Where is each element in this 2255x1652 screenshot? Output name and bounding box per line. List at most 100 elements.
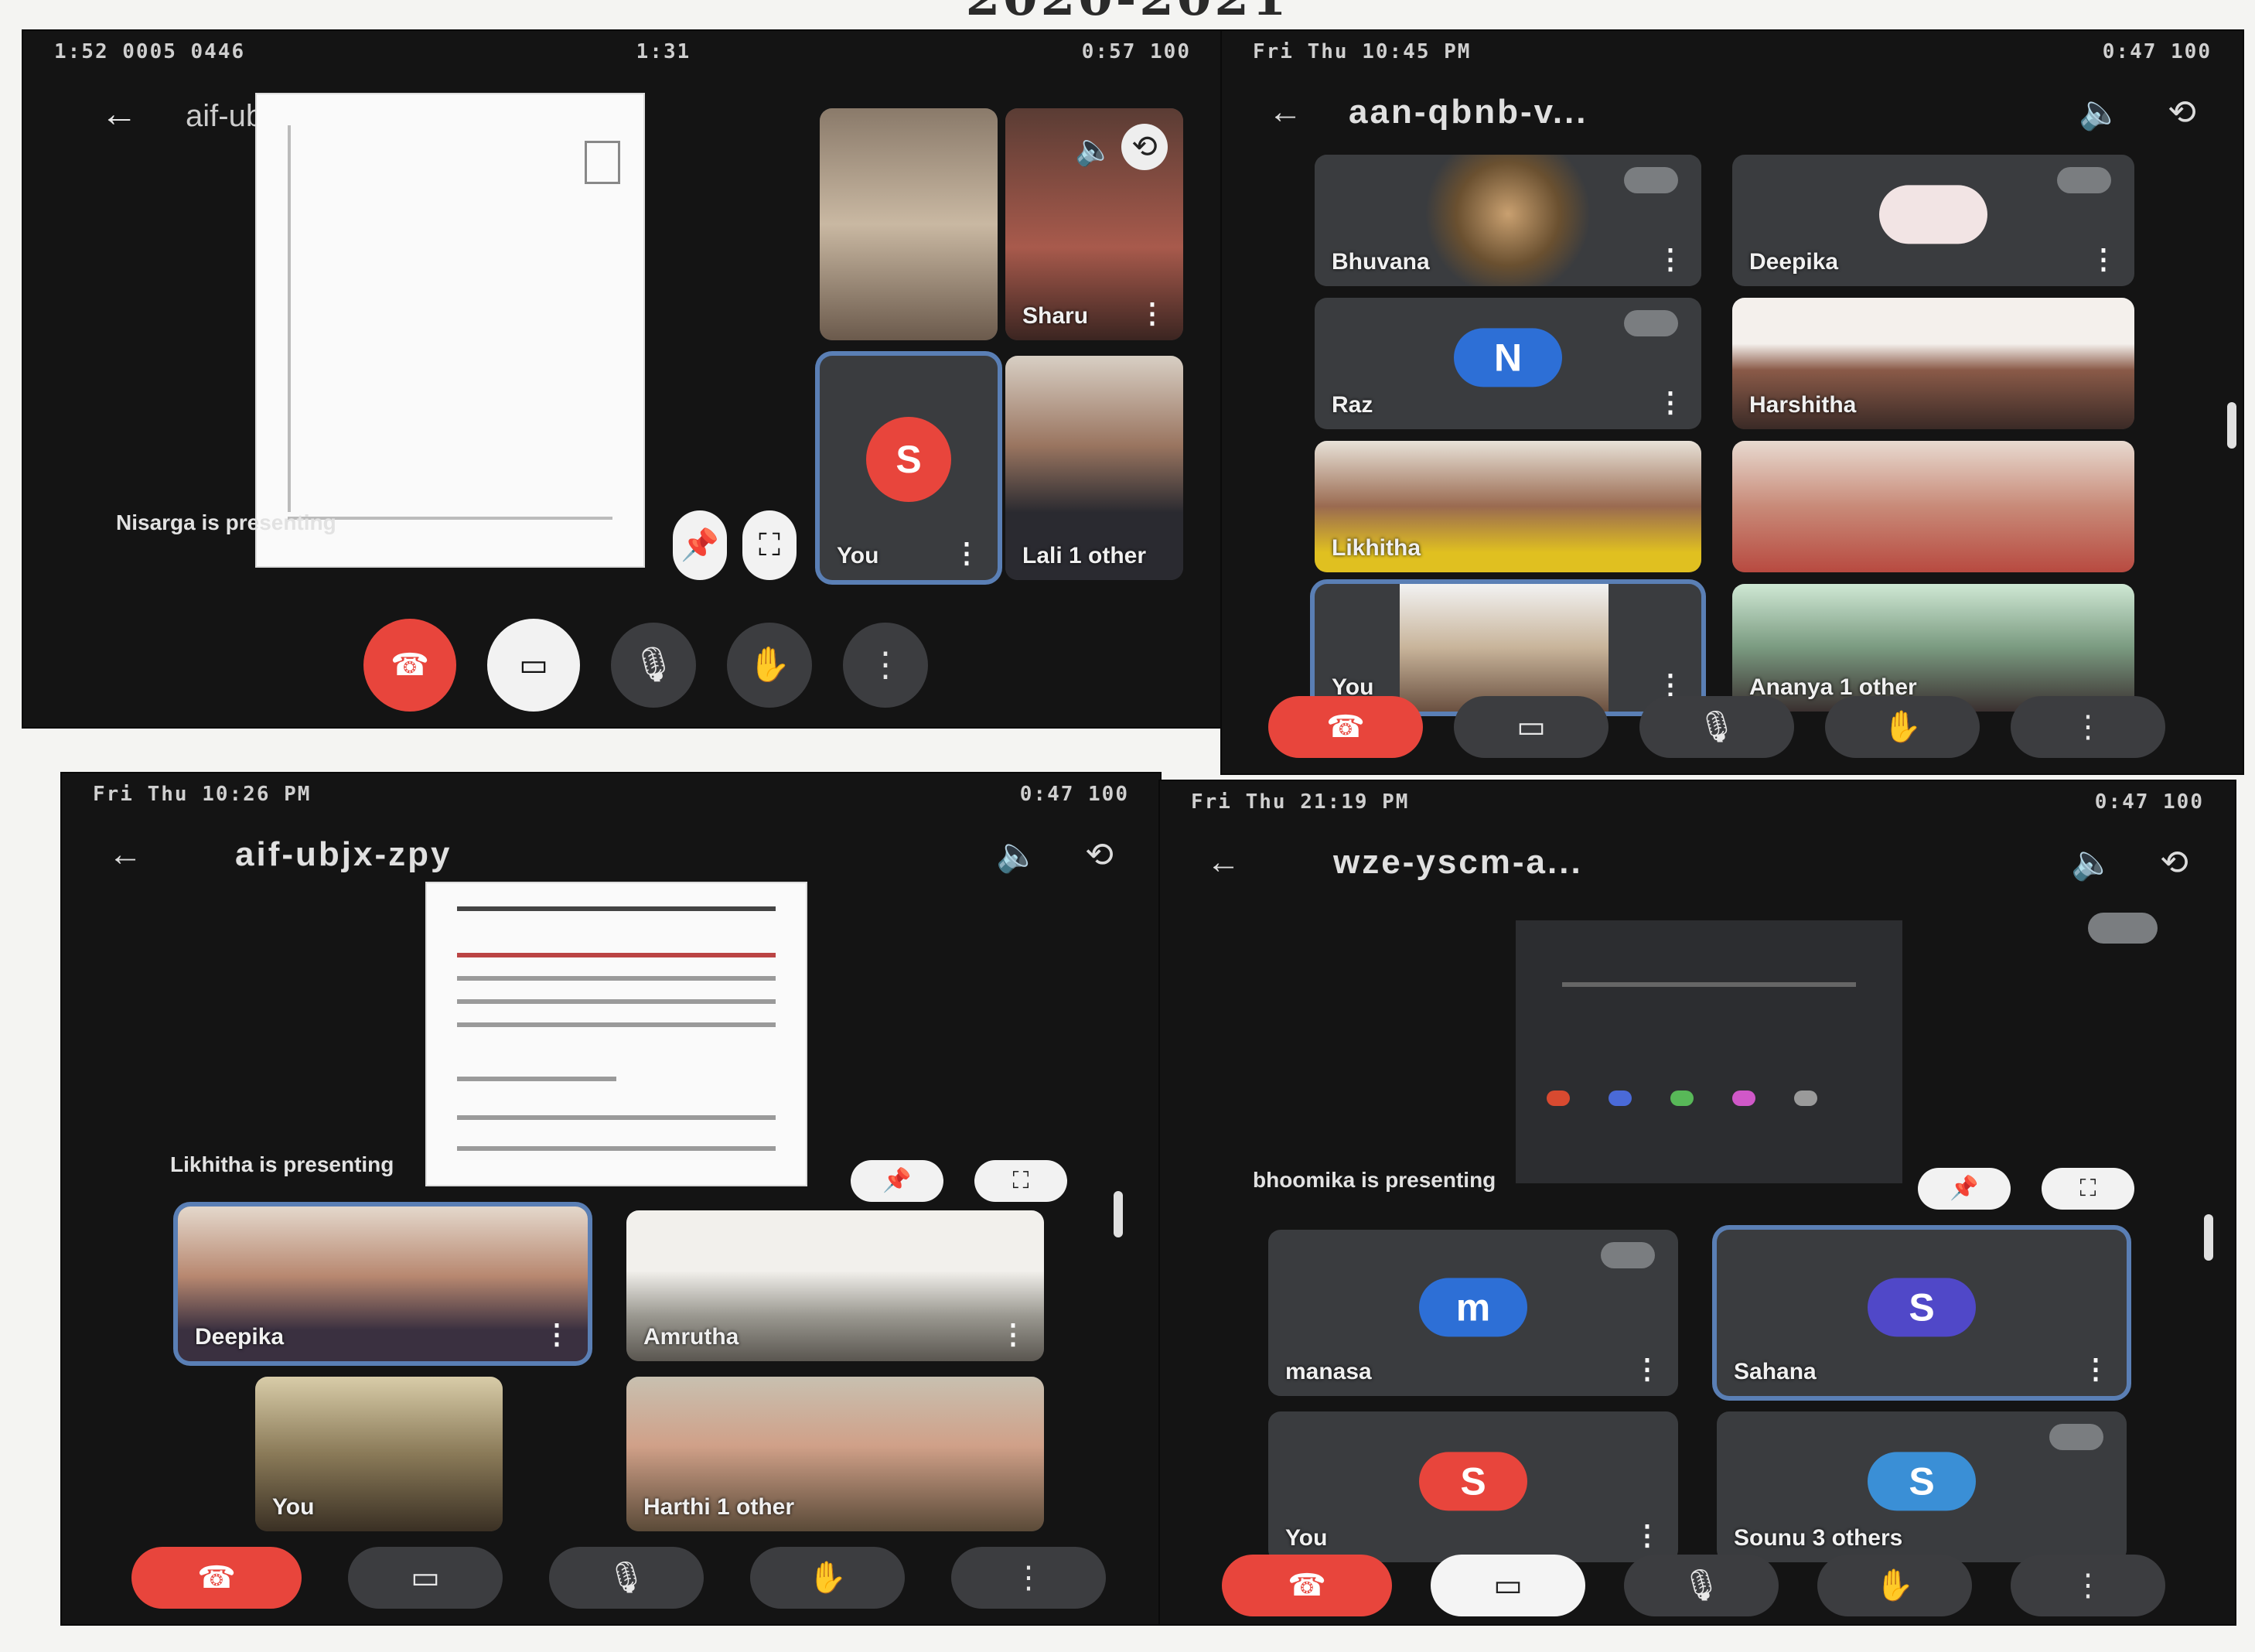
more-icon[interactable]: ⋮ [1633,1519,1661,1551]
participant-tile[interactable]: Harshitha [1732,298,2134,429]
participant-tile[interactable]: S Sahana ⋮ [1717,1230,2127,1396]
participant-tile[interactable]: Deepika ⋮ [1732,155,2134,286]
status-bar: Fri Thu 21:19 PM 0:47 100 [1160,781,2235,823]
speaker-icon[interactable]: 🔈 [1075,131,1114,168]
scrollbar[interactable] [2204,1214,2213,1261]
hand-icon: ✋ [1875,1568,1914,1603]
participant-name: Bhuvana [1332,249,1430,275]
more-icon[interactable]: ⋮ [2090,243,2117,275]
participant-name: You [272,1494,315,1520]
speaker-icon[interactable]: 🔈 [996,835,1039,875]
more-options-button[interactable]: ⋮ [2011,1555,2165,1616]
muted-indicator [1601,1242,1655,1268]
participant-tile[interactable]: Amrutha ⋮ [626,1210,1044,1361]
more-options-button[interactable]: ⋮ [2011,696,2165,758]
avatar: m [1419,1277,1527,1336]
more-icon[interactable]: ⋮ [1656,386,1684,418]
avatar: S [1419,1451,1527,1510]
camera-button[interactable]: ▭ [1454,696,1609,758]
back-icon[interactable]: ← [101,93,138,135]
speaker-icon[interactable]: 🔈 [2071,842,2113,882]
camera-button[interactable]: ▭ [348,1547,503,1609]
participant-name: Sahana [1734,1359,1817,1384]
pin-button[interactable]: 📌 [851,1160,943,1202]
end-call-icon: ☎ [1326,710,1365,744]
raise-hand-button[interactable]: ✋ [727,623,812,708]
more-icon[interactable]: ⋮ [999,1318,1027,1350]
more-icon[interactable]: ⋮ [1633,1353,1661,1385]
mic-button[interactable]: 🎙 [611,623,696,708]
more-icon: ⋮ [2072,1568,2103,1603]
more-icon[interactable]: ⋮ [2082,1353,2110,1385]
participant-tile[interactable]: Deepika ⋮ [178,1207,588,1361]
participant-name: Sharu [1022,303,1089,329]
end-call-icon: ☎ [1288,1568,1326,1603]
participant-tile[interactable]: S You ⋮ [1268,1411,1678,1562]
raise-hand-button[interactable]: ✋ [750,1547,905,1609]
switch-camera-icon[interactable]: ⟲ [1085,835,1114,875]
participant-tile[interactable]: 🔈 ⟲ Sharu ⋮ [1005,108,1183,340]
switch-camera-icon[interactable]: ⟲ [2160,843,2188,882]
scrollbar[interactable] [1114,1191,1123,1237]
end-call-button[interactable]: ☎ [131,1547,302,1609]
status-bar: Fri Thu 10:45 PM 0:47 100 [1222,31,2243,73]
meeting-code[interactable]: aan-qbnb-v... [1349,93,2032,131]
camera-button[interactable]: ▭ [487,619,580,712]
participant-tile[interactable]: m manasa ⋮ [1268,1230,1678,1396]
participant-tile[interactable]: Lali 1 other [1005,356,1183,580]
back-icon[interactable]: ← [108,835,142,874]
scrollbar[interactable] [2227,402,2236,449]
more-icon[interactable]: ⋮ [1138,297,1166,329]
mic-button[interactable]: 🎙 [1624,1555,1779,1616]
participant-tile[interactable]: N Raz ⋮ [1315,298,1701,429]
meeting-code[interactable]: wze-yscm-a... [1287,843,2025,882]
camera-icon: ▭ [1516,710,1546,744]
fullscreen-button[interactable]: ⛶ [2042,1168,2134,1210]
presenting-label: Likhitha is presenting [170,1152,394,1176]
fullscreen-button[interactable]: ⛶ [742,510,797,580]
speaker-icon[interactable]: 🔈 [2079,92,2121,132]
more-icon[interactable]: ⋮ [543,1318,571,1350]
participant-tile[interactable]: You ⋮ [1315,584,1701,712]
participant-tile[interactable] [820,108,998,340]
avatar: S [866,417,951,502]
meeting-code[interactable]: aif-ubjx-zpy [189,835,950,874]
more-options-button[interactable]: ⋮ [951,1547,1106,1609]
raise-hand-button[interactable]: ✋ [1817,1555,1972,1616]
fullscreen-button[interactable]: ⛶ [974,1160,1067,1202]
mic-button[interactable]: 🎙 [1639,696,1794,758]
end-call-button[interactable]: ☎ [363,619,456,712]
hand-icon: ✋ [1883,710,1922,744]
participant-tile[interactable] [1732,441,2134,572]
participant-tile[interactable]: Ananya 1 other [1732,584,2134,712]
participant-tile[interactable]: You [255,1377,503,1531]
back-icon[interactable]: ← [1268,93,1302,131]
fullscreen-icon: ⛶ [2079,1176,2096,1201]
camera-off-icon: ▭ [1493,1568,1523,1603]
pin-button[interactable]: 📌 [1918,1168,2011,1210]
switch-camera-icon[interactable]: ⟲ [2168,93,2196,132]
participant-tile[interactable]: Bhuvana ⋮ [1315,155,1701,286]
end-call-button[interactable]: ☎ [1268,696,1423,758]
pin-button[interactable]: 📌 [673,510,727,580]
mic-icon: 🎙 [1681,1568,1721,1603]
shared-screen [425,882,807,1186]
meeting-bar: ← wze-yscm-a... 🔈 ⟲ [1160,828,2235,897]
avatar: S [1868,1277,1976,1336]
participant-name: Lali 1 other [1022,543,1147,568]
more-icon[interactable]: ⋮ [1656,243,1684,275]
participant-tile[interactable]: Likhitha [1315,441,1701,572]
muted-indicator [1624,167,1678,193]
more-icon[interactable]: ⋮ [953,537,981,569]
back-icon[interactable]: ← [1206,843,1240,882]
participant-tile[interactable]: S Sounu 3 others [1717,1411,2127,1562]
raise-hand-button[interactable]: ✋ [1825,696,1980,758]
participant-tile[interactable]: S You ⋮ [820,356,998,580]
mic-button[interactable]: 🎙 [549,1547,704,1609]
camera-button[interactable]: ▭ [1431,1555,1585,1616]
end-call-button[interactable]: ☎ [1222,1555,1392,1616]
more-options-button[interactable]: ⋮ [843,623,928,708]
status-right: 0:47 100 [1019,783,1129,806]
participant-tile[interactable]: Harthi 1 other [626,1377,1044,1531]
switch-camera-icon[interactable]: ⟲ [1121,124,1168,170]
